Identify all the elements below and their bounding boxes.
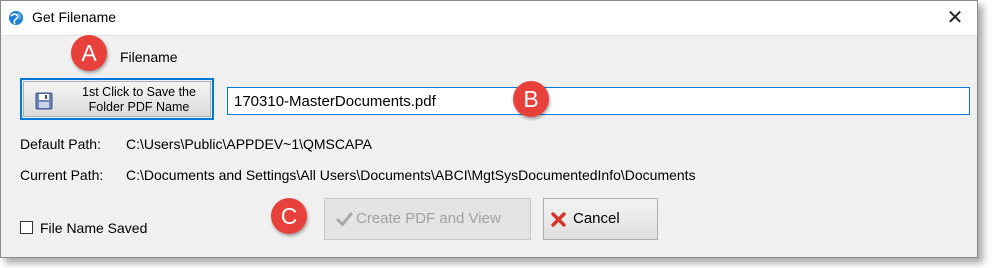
callout-marker-b: B [513,81,549,117]
cancel-button[interactable]: Cancel [543,198,658,240]
app-globe-icon [8,10,24,26]
create-pdf-and-view-button[interactable]: Create PDF and View [324,198,531,240]
save-button-label-line2: Folder PDF Name [88,100,190,114]
filename-input[interactable] [227,87,970,115]
red-x-icon [550,211,567,228]
filename-label: Filename [120,49,178,65]
callout-marker-a: A [71,35,107,71]
create-pdf-and-view-label: Create PDF and View [356,210,501,227]
default-path-value: C:\Users\Public\APPDEV~1\QMSCAPA [126,136,372,152]
title-bar: Get Filename ✕ [1,1,977,36]
current-path-label: Current Path: [20,167,104,183]
current-path-value: C:\Documents and Settings\All Users\Docu… [126,167,696,183]
close-button[interactable]: ✕ [943,6,967,30]
save-button-face: 1st Click to Save the Folder PDF Name [23,81,211,117]
get-filename-dialog: Get Filename ✕ A Filename 1st Click to S… [0,0,978,258]
checkmark-icon [336,211,353,228]
save-button-label-line1: 1st Click to Save the [82,85,196,99]
save-folder-pdf-name-button[interactable]: 1st Click to Save the Folder PDF Name [20,78,214,120]
callout-marker-c: C [271,198,307,234]
save-button-label: 1st Click to Save the Folder PDF Name [69,85,209,115]
file-name-saved-checkbox[interactable] [20,221,33,234]
floppy-disk-icon [35,92,53,110]
default-path-label: Default Path: [20,136,101,152]
window-title: Get Filename [32,9,117,25]
cancel-label: Cancel [573,210,620,227]
file-name-saved-label: File Name Saved [40,220,148,236]
